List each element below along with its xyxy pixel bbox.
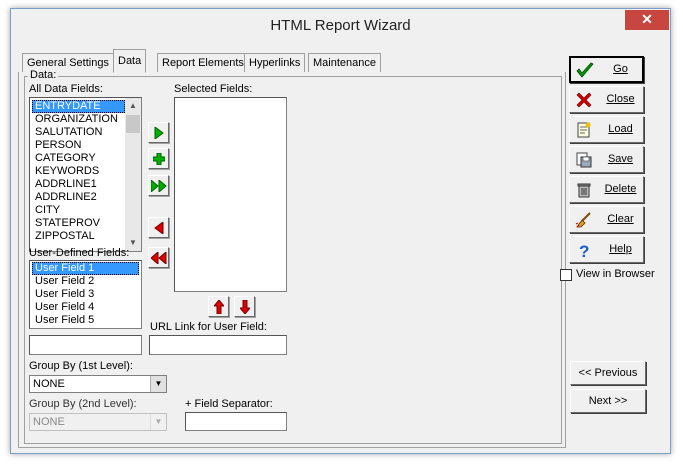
- chevron-down-icon[interactable]: ▼: [150, 414, 166, 430]
- clear-button[interactable]: Clear: [569, 206, 644, 233]
- list-item[interactable]: User Field 3: [32, 288, 139, 301]
- plus-icon: [152, 152, 165, 165]
- list-item[interactable]: User Field 1: [32, 262, 139, 275]
- field-separator-input[interactable]: [185, 412, 287, 431]
- selected-fields-label: Selected Fields:: [174, 83, 253, 95]
- next-button[interactable]: Next >>: [570, 389, 646, 413]
- load-label: Load: [608, 123, 633, 135]
- go-button[interactable]: Go: [569, 56, 644, 83]
- list-item[interactable]: SALUTATION: [32, 126, 125, 139]
- go-label: Go: [613, 63, 628, 75]
- url-link-input[interactable]: [149, 335, 287, 355]
- view-in-browser-checkbox[interactable]: [560, 269, 572, 281]
- list-item[interactable]: CATEGORY: [32, 152, 125, 165]
- list-item[interactable]: STATEPROV: [32, 217, 125, 230]
- add-custom-field-button[interactable]: [148, 148, 169, 169]
- list-item[interactable]: ADDRLINE2: [32, 191, 125, 204]
- tab-hyperlinks[interactable]: Hyperlinks: [244, 53, 306, 73]
- list-item[interactable]: ORGANIZATION: [32, 113, 125, 126]
- trash-icon: [577, 183, 591, 198]
- document-open-icon: [577, 122, 591, 138]
- close-label: Close: [606, 93, 635, 105]
- title-bar: HTML Report Wizard ✕: [11, 9, 670, 42]
- move-up-button[interactable]: [208, 296, 229, 317]
- document-save-icon: [576, 152, 592, 168]
- user-field-name-input[interactable]: [29, 335, 142, 355]
- all-fields-items: ENTRYDATE ORGANIZATION SALUTATION PERSON…: [32, 100, 125, 243]
- help-button[interactable]: ? Help: [569, 236, 644, 263]
- group-by-2-label: Group By (2nd Level):: [29, 398, 137, 410]
- wizard-window: HTML Report Wizard ✕ General Settings Da…: [10, 8, 671, 454]
- move-down-button[interactable]: [234, 296, 255, 317]
- question-mark-icon: ?: [579, 242, 589, 259]
- group-by-1-select[interactable]: NONE ▼: [29, 375, 167, 393]
- tab-report-elements[interactable]: Report Elements: [157, 53, 249, 73]
- scroll-up-icon[interactable]: ▲: [125, 98, 141, 114]
- list-item[interactable]: ENTRYDATE: [32, 100, 125, 113]
- tab-maintenance[interactable]: Maintenance: [308, 53, 381, 73]
- selected-fields-list[interactable]: [174, 97, 287, 292]
- list-item[interactable]: User Field 5: [32, 314, 139, 327]
- window-title: HTML Report Wizard: [270, 17, 411, 34]
- close-window-icon[interactable]: ✕: [625, 10, 669, 30]
- svg-text:?: ?: [579, 242, 589, 259]
- previous-button[interactable]: << Previous: [570, 361, 646, 385]
- all-fields-list[interactable]: ENTRYDATE ORGANIZATION SALUTATION PERSON…: [29, 97, 142, 252]
- add-all-fields-button[interactable]: [148, 175, 169, 196]
- list-item[interactable]: User Field 4: [32, 301, 139, 314]
- group-by-2-value: NONE: [33, 416, 65, 428]
- url-link-label: URL Link for User Field:: [150, 321, 267, 333]
- group-by-2-select[interactable]: NONE ▼: [29, 413, 167, 431]
- chevron-down-icon[interactable]: ▼: [150, 376, 166, 392]
- save-label: Save: [607, 153, 634, 165]
- scroll-thumb[interactable]: [126, 115, 140, 133]
- arrow-down-icon: [239, 299, 250, 314]
- red-x-icon: [576, 92, 592, 108]
- group-by-1-label: Group By (1st Level):: [29, 360, 133, 372]
- list-item[interactable]: ADDRLINE1: [32, 178, 125, 191]
- remove-field-button[interactable]: [148, 217, 169, 238]
- view-in-browser-label: View in Browser: [576, 268, 655, 280]
- remove-all-fields-button[interactable]: [148, 247, 169, 268]
- list-item[interactable]: CITY: [32, 204, 125, 217]
- arrow-right-icon: [154, 126, 164, 139]
- user-fields-items: User Field 1 User Field 2 User Field 3 U…: [32, 262, 139, 327]
- add-field-button[interactable]: [148, 122, 169, 143]
- user-fields-list[interactable]: User Field 1 User Field 2 User Field 3 U…: [29, 260, 142, 329]
- list-item[interactable]: KEYWORDS: [32, 165, 125, 178]
- double-arrow-left-icon: [150, 251, 166, 264]
- list-item[interactable]: PERSON: [32, 139, 125, 152]
- clear-label: Clear: [607, 213, 634, 225]
- load-button[interactable]: Load: [569, 116, 644, 143]
- save-button[interactable]: Save: [569, 146, 644, 173]
- user-defined-label: User-Defined Fields:: [29, 247, 130, 259]
- broom-icon: [575, 212, 591, 228]
- group-by-1-value: NONE: [33, 378, 65, 390]
- arrow-left-icon: [153, 221, 163, 234]
- all-fields-label: All Data Fields:: [29, 83, 103, 95]
- delete-label: Delete: [604, 183, 637, 195]
- help-label: Help: [609, 243, 632, 255]
- list-item[interactable]: ZIPPOSTAL: [32, 230, 125, 243]
- data-group-legend: Data:: [28, 69, 59, 81]
- field-separator-label: + Field Separator:: [185, 398, 273, 410]
- tab-data[interactable]: Data: [113, 49, 147, 73]
- list-item[interactable]: User Field 2: [32, 275, 139, 288]
- delete-button[interactable]: Delete: [569, 176, 644, 203]
- checkmark-icon: [576, 62, 594, 78]
- arrow-up-icon: [213, 299, 224, 314]
- double-arrow-right-icon: [150, 179, 167, 192]
- close-button[interactable]: Close: [569, 86, 644, 113]
- all-fields-scrollbar[interactable]: ▲ ▼: [125, 98, 141, 251]
